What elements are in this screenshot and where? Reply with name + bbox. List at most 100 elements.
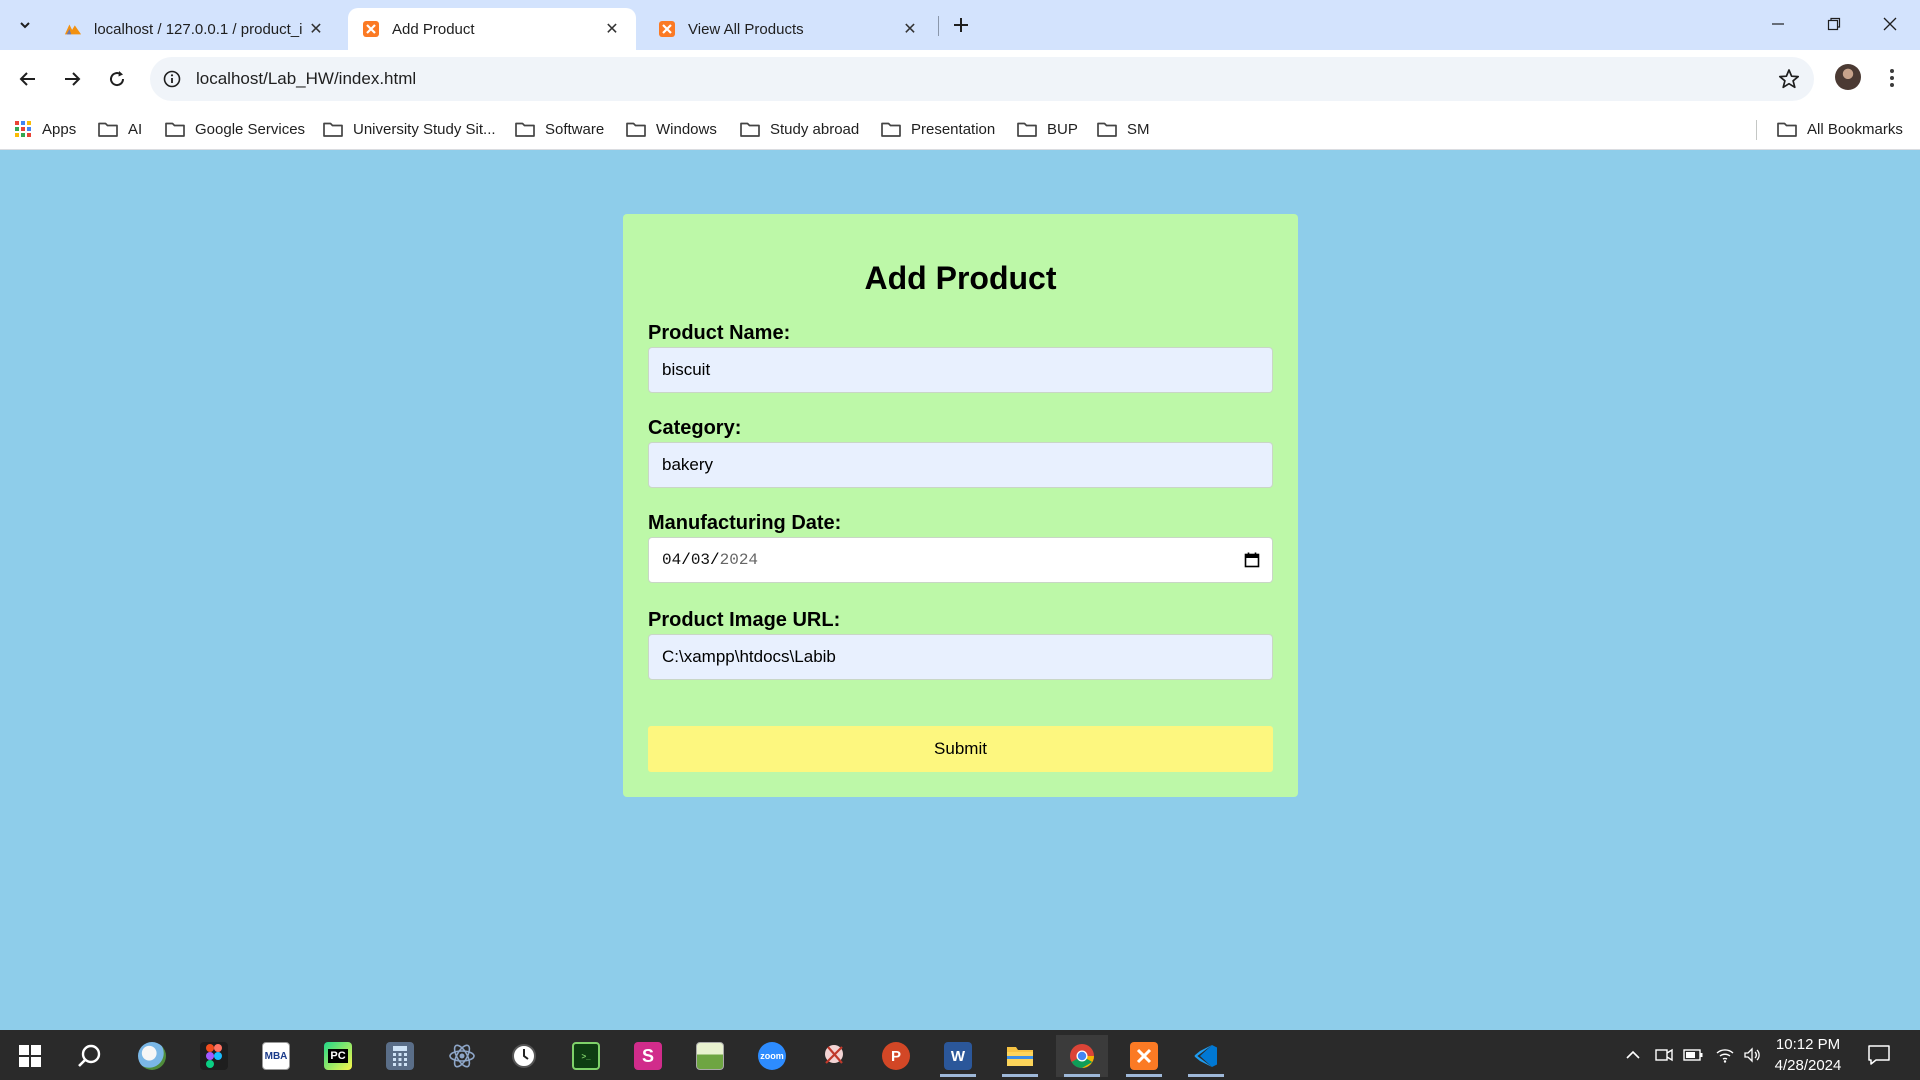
restore-icon — [1827, 17, 1841, 31]
bookmark-label: All Bookmarks — [1807, 120, 1903, 138]
image-editor-icon — [696, 1042, 724, 1070]
bookmark-label: SM — [1127, 120, 1150, 138]
xampp-icon — [658, 20, 676, 38]
taskbar-zoom-app[interactable]: zoom — [746, 1035, 798, 1077]
bookmark-label: University Study Sit... — [353, 120, 496, 138]
minimize-icon — [1772, 23, 1784, 25]
browser-menu-icon[interactable] — [1882, 63, 1902, 93]
url-text[interactable]: localhost/Lab_HW/index.html — [196, 69, 416, 89]
add-product-form: Add Product Product Name: biscuit Catego… — [623, 214, 1298, 797]
taskbar-chrome-app[interactable] — [1056, 1035, 1108, 1077]
browser-toolbar: localhost/Lab_HW/index.html — [0, 50, 1920, 108]
chevron-down-icon — [20, 22, 30, 29]
atom-icon — [448, 1042, 476, 1070]
taskbar-atom-app[interactable] — [436, 1035, 488, 1077]
new-tab-button[interactable] — [946, 10, 976, 40]
folder-icon — [1777, 122, 1797, 137]
calendar-icon[interactable] — [1244, 552, 1260, 568]
close-icon[interactable]: ✕ — [900, 19, 920, 39]
chrome-icon — [1068, 1042, 1096, 1070]
bookmark-star-icon[interactable] — [1778, 68, 1800, 90]
close-icon[interactable]: ✕ — [306, 19, 326, 39]
folder-icon — [1097, 122, 1117, 137]
bookmark-folder-presentation[interactable]: Presentation — [881, 116, 995, 142]
bookmark-label: Windows — [656, 120, 717, 138]
bookmark-folder-software[interactable]: Software — [515, 116, 604, 142]
bookmark-apps[interactable]: Apps — [14, 116, 76, 142]
taskbar-mba-app[interactable]: MBA — [250, 1035, 302, 1077]
tab-view-all-products[interactable]: View All Products ✕ — [644, 8, 934, 50]
manufacturing-date-label: Manufacturing Date: — [648, 512, 842, 534]
product-name-label: Product Name: — [648, 322, 791, 344]
minimize-button[interactable] — [1750, 0, 1806, 48]
taskbar-pycharm-app[interactable]: PC — [312, 1035, 364, 1077]
taskbar-vscode-app[interactable] — [1180, 1035, 1232, 1077]
bookmark-label: Apps — [42, 120, 77, 138]
taskbar-figma-app[interactable] — [188, 1035, 240, 1077]
back-button[interactable] — [12, 63, 44, 95]
taskbar-image-app[interactable] — [684, 1035, 736, 1077]
folder-icon — [515, 122, 535, 137]
taskbar-xampp-app[interactable] — [1118, 1035, 1170, 1077]
bookmark-folder-ai[interactable]: AI — [98, 116, 142, 142]
product-name-input[interactable]: biscuit — [648, 347, 1273, 393]
taskbar-powerpoint-app[interactable]: P — [870, 1035, 922, 1077]
bookmark-folder-study-abroad[interactable]: Study abroad — [740, 116, 859, 142]
close-icon[interactable]: ✕ — [602, 19, 622, 39]
bookmark-folder-sm[interactable]: SM — [1097, 116, 1150, 142]
tab-add-product[interactable]: Add Product ✕ — [348, 8, 636, 50]
taskbar-sublime-app[interactable]: S — [622, 1035, 674, 1077]
taskbar-word-app[interactable]: W — [932, 1035, 984, 1077]
close-window-button[interactable] — [1862, 0, 1918, 48]
bookmark-label: Software — [545, 120, 605, 138]
bookmark-folder-bup[interactable]: BUP — [1017, 116, 1078, 142]
category-input[interactable]: bakery — [648, 442, 1273, 488]
manufacturing-date-input[interactable]: 04/03/2024 — [648, 537, 1273, 583]
tray-meet-icon[interactable] — [1653, 1044, 1675, 1066]
taskbar-file-explorer-app[interactable] — [994, 1035, 1046, 1077]
taskbar-search-button[interactable] — [64, 1035, 116, 1077]
bookmark-folder-windows[interactable]: Windows — [626, 116, 717, 142]
windows-taskbar: MBA PC >_ S zoom P W 10:12 PM 4/28/2024 — [0, 1030, 1920, 1080]
date-month[interactable]: 04 — [662, 551, 681, 569]
bookmark-folder-university[interactable]: University Study Sit... — [323, 116, 496, 142]
folder-icon — [626, 122, 646, 137]
notification-icon[interactable] — [1866, 1042, 1892, 1068]
windows-logo-icon — [19, 1045, 41, 1067]
taskbar-terminal-app[interactable]: >_ — [560, 1035, 612, 1077]
submit-button[interactable]: Submit — [648, 726, 1273, 772]
address-bar[interactable]: localhost/Lab_HW/index.html — [150, 57, 1814, 101]
taskbar-calculator-app[interactable] — [374, 1035, 426, 1077]
start-button[interactable] — [4, 1035, 56, 1077]
date-year[interactable]: 2024 — [720, 551, 758, 569]
wifi-icon[interactable] — [1714, 1044, 1736, 1066]
battery-icon[interactable] — [1682, 1044, 1704, 1066]
reload-button[interactable] — [101, 63, 133, 95]
profile-avatar[interactable] — [1835, 64, 1861, 90]
plus-icon — [954, 18, 968, 32]
powerpoint-icon: P — [882, 1042, 910, 1070]
taskbar-paint-app[interactable] — [126, 1035, 178, 1077]
bookmark-label: Presentation — [911, 120, 996, 138]
bookmarks-separator — [1756, 120, 1757, 140]
tab-search-button[interactable] — [10, 10, 40, 40]
word-icon: W — [944, 1042, 972, 1070]
folder-icon — [740, 122, 760, 137]
sublime-icon: S — [634, 1042, 662, 1070]
info-icon[interactable] — [162, 69, 182, 89]
date-day[interactable]: 03 — [691, 551, 710, 569]
bookmark-folder-google-services[interactable]: Google Services — [165, 116, 305, 142]
pycharm-icon: PC — [324, 1042, 352, 1070]
all-bookmarks-button[interactable]: All Bookmarks — [1777, 116, 1903, 142]
taskbar-snipping-app[interactable] — [808, 1035, 860, 1077]
system-clock[interactable]: 10:12 PM 4/28/2024 — [1762, 1034, 1854, 1076]
volume-icon[interactable] — [1742, 1044, 1764, 1066]
restore-button[interactable] — [1806, 0, 1862, 48]
taskbar-clock-app[interactable] — [498, 1035, 550, 1077]
tab-phpmyadmin[interactable]: localhost / 127.0.0.1 / product_i ✕ — [50, 8, 340, 50]
date-separator: / — [681, 551, 691, 569]
image-url-input[interactable]: C:\xampp\htdocs\Labib — [648, 634, 1273, 680]
apps-grid-icon — [15, 121, 31, 137]
tray-overflow-chevron-icon[interactable] — [1622, 1044, 1644, 1066]
forward-button[interactable] — [56, 63, 88, 95]
